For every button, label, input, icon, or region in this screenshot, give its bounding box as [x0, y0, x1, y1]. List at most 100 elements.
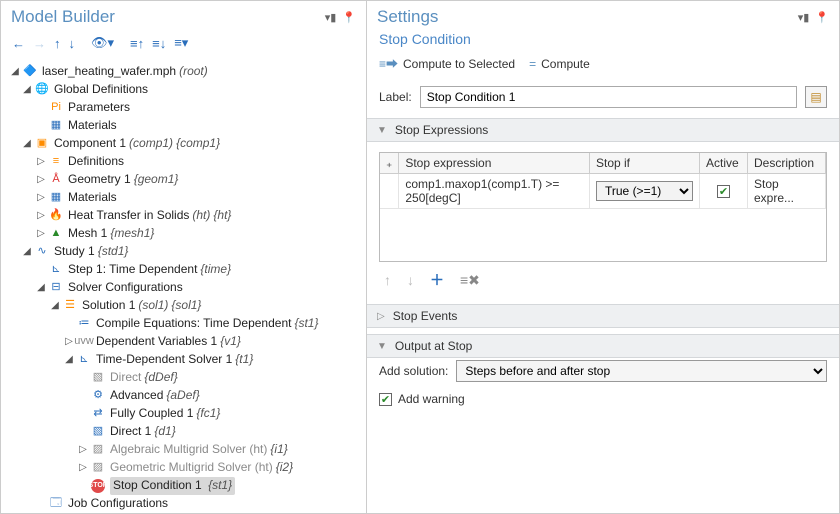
- expand-toggle[interactable]: ▷: [35, 209, 47, 224]
- expand-toggle[interactable]: ◢: [21, 245, 33, 260]
- tree-root[interactable]: ◢ 🔷 laser_heating_wafer.mph (root): [7, 63, 360, 81]
- minimize-icon[interactable]: ▾▮: [798, 11, 810, 24]
- tree-definitions[interactable]: ▷ ≡ Definitions: [7, 153, 360, 171]
- tree-study[interactable]: ◢ ∿ Study 1 {std1}: [7, 243, 360, 261]
- solver-cfg-icon: ⊟: [48, 280, 64, 296]
- expand-toggle[interactable]: ▷: [35, 227, 47, 242]
- tree-geometry[interactable]: ▷ Å Geometry 1 {geom1}: [7, 171, 360, 189]
- tree-materials-component[interactable]: ▷ ▦ Materials: [7, 189, 360, 207]
- tree-view-dropdown[interactable]: ≡▾: [171, 33, 191, 53]
- stopif-select[interactable]: True (>=1): [596, 181, 693, 201]
- model-tree[interactable]: ◢ 🔷 laser_heating_wafer.mph (root) ◢ 🌐 G…: [1, 59, 366, 513]
- delete-row-button[interactable]: ≡✖: [457, 272, 483, 289]
- active-checkbox[interactable]: ✔: [717, 185, 730, 198]
- collapse-all-button[interactable]: ≡↑: [127, 34, 147, 53]
- label-input[interactable]: [420, 86, 797, 108]
- settings-title-bar: Settings ▾▮ 📍: [367, 1, 839, 31]
- tree-step-time-dependent[interactable]: · ⊾ Step 1: Time Dependent {time}: [7, 261, 360, 279]
- expand-toggle[interactable]: ▷: [63, 335, 75, 350]
- tree-amg-solver[interactable]: ▷ ▨ Algebraic Multigrid Solver (ht) {i1}: [7, 441, 360, 459]
- section-output-head[interactable]: ▼ Output at Stop: [367, 334, 839, 358]
- tree-direct1[interactable]: · ▧ Direct 1 {d1}: [7, 423, 360, 441]
- move-down-button[interactable]: ↓: [404, 272, 417, 288]
- tree-compile-equations[interactable]: · ≔ Compile Equations: Time Dependent {s…: [7, 315, 360, 333]
- compute-to-selected-button[interactable]: ≡⮕ Compute to Selected: [379, 55, 515, 72]
- label-caption: Label:: [379, 90, 412, 104]
- section-stop-events-head[interactable]: ▷ Stop Events: [367, 304, 839, 328]
- tree-solver-configurations[interactable]: ◢ ⊟ Solver Configurations: [7, 279, 360, 297]
- cell-desc[interactable]: Stop expre...: [748, 174, 826, 209]
- globe-icon: 🌐: [34, 82, 50, 98]
- tree-job-configurations[interactable]: · 🗔 Job Configurations: [7, 495, 360, 513]
- tree-gmg-solver[interactable]: ▷ ▨ Geometric Multigrid Solver (ht) {i2}: [7, 459, 360, 477]
- tree-dependent-variables[interactable]: ▷ uvw Dependent Variables 1 {v1}: [7, 333, 360, 351]
- expand-toggle[interactable]: ▷: [35, 191, 47, 206]
- expand-toggle[interactable]: ◢: [9, 65, 21, 80]
- expand-toggle[interactable]: ◢: [21, 83, 33, 98]
- section-stop-expressions-head[interactable]: ▼ Stop Expressions: [367, 118, 839, 142]
- model-builder-title: Model Builder: [11, 7, 115, 27]
- col-active[interactable]: Active: [700, 153, 748, 174]
- down-button[interactable]: ↓: [66, 34, 79, 53]
- chevron-down-icon: ▼: [377, 125, 387, 136]
- expand-toggle[interactable]: ◢: [35, 281, 47, 296]
- multigrid-icon: ▨: [90, 460, 106, 476]
- add-row-button[interactable]: ＋: [427, 270, 447, 290]
- advanced-icon: ⚙: [90, 388, 106, 404]
- expand-toggle[interactable]: ◢: [63, 353, 75, 368]
- back-button[interactable]: ←: [9, 34, 28, 53]
- compile-icon: ≔: [76, 316, 92, 332]
- tree-heat-transfer[interactable]: ▷ 🔥 Heat Transfer in Solids (ht) {ht}: [7, 207, 360, 225]
- direct-icon: ▧: [90, 370, 106, 386]
- col-expand[interactable]: ₊: [380, 153, 399, 174]
- expand-toggle[interactable]: ▷: [35, 173, 47, 188]
- tree-component[interactable]: ◢ ▣ Component 1 (comp1) {comp1}: [7, 135, 360, 153]
- cell-expression[interactable]: comp1.maxop1(comp1.T) >= 250[degC]: [399, 174, 590, 209]
- model-builder-title-controls: ▾▮ 📍: [325, 11, 356, 24]
- move-up-button[interactable]: ↑: [381, 272, 394, 288]
- stop-expressions-table[interactable]: ₊ Stop expression Stop if Active Descrip…: [380, 153, 826, 209]
- expand-all-button[interactable]: ≡↓: [149, 34, 169, 53]
- tree-stop-condition[interactable]: · STOP Stop Condition 1 {st1}: [7, 477, 360, 495]
- root-icon: 🔷: [22, 64, 38, 80]
- expand-toggle[interactable]: ▷: [77, 443, 89, 458]
- tree-materials-global[interactable]: · ▦ Materials: [7, 117, 360, 135]
- label-tag-button[interactable]: ▤: [805, 86, 827, 108]
- table-row[interactable]: comp1.maxop1(comp1.T) >= 250[degC] True …: [380, 174, 826, 209]
- col-desc[interactable]: Description: [748, 153, 826, 174]
- tree-advanced[interactable]: · ⚙ Advanced {aDef}: [7, 387, 360, 405]
- add-warning-checkbox[interactable]: ✔: [379, 393, 392, 406]
- tree-solution[interactable]: ◢ ☰ Solution 1 (sol1) {sol1}: [7, 297, 360, 315]
- direct-icon: ▧: [90, 424, 106, 440]
- job-icon: 🗔: [48, 496, 64, 512]
- add-warning-label: Add warning: [398, 392, 465, 406]
- stop-icon: STOP: [90, 478, 106, 494]
- settings-panel: Settings ▾▮ 📍 Stop Condition ≡⮕ Compute …: [366, 0, 840, 514]
- tree-time-dependent-solver[interactable]: ◢ ⊾ Time-Dependent Solver 1 {t1}: [7, 351, 360, 369]
- expand-toggle[interactable]: ▷: [35, 155, 47, 170]
- add-solution-select[interactable]: Steps before and after stop: [456, 360, 827, 382]
- tree-mesh[interactable]: ▷ ▲ Mesh 1 {mesh1}: [7, 225, 360, 243]
- compute-button[interactable]: = Compute: [529, 57, 590, 71]
- definitions-icon: ≡: [48, 154, 64, 170]
- materials-icon: ▦: [48, 118, 64, 134]
- cell-stopif[interactable]: True (>=1): [590, 174, 700, 209]
- expand-toggle[interactable]: ▷: [77, 461, 89, 476]
- tree-fully-coupled[interactable]: · ⇄ Fully Coupled 1 {fc1}: [7, 405, 360, 423]
- up-button[interactable]: ↑: [51, 34, 64, 53]
- expand-toggle[interactable]: ◢: [49, 299, 61, 314]
- forward-button[interactable]: →: [30, 34, 49, 53]
- expand-toggle[interactable]: ◢: [21, 137, 33, 152]
- col-stopif[interactable]: Stop if: [590, 153, 700, 174]
- cell-active[interactable]: ✔: [700, 174, 748, 209]
- label-row: Label: ▤: [367, 80, 839, 118]
- tdsolver-icon: ⊾: [76, 352, 92, 368]
- tree-direct-ddef[interactable]: · ▧ Direct {dDef}: [7, 369, 360, 387]
- show-dropdown[interactable]: 👁▾: [88, 33, 117, 53]
- pin-icon[interactable]: 📍: [342, 11, 356, 24]
- pin-icon[interactable]: 📍: [815, 11, 829, 24]
- minimize-icon[interactable]: ▾▮: [325, 11, 337, 24]
- tree-parameters[interactable]: · Pi Parameters: [7, 99, 360, 117]
- col-expression[interactable]: Stop expression: [399, 153, 590, 174]
- tree-global-definitions[interactable]: ◢ 🌐 Global Definitions: [7, 81, 360, 99]
